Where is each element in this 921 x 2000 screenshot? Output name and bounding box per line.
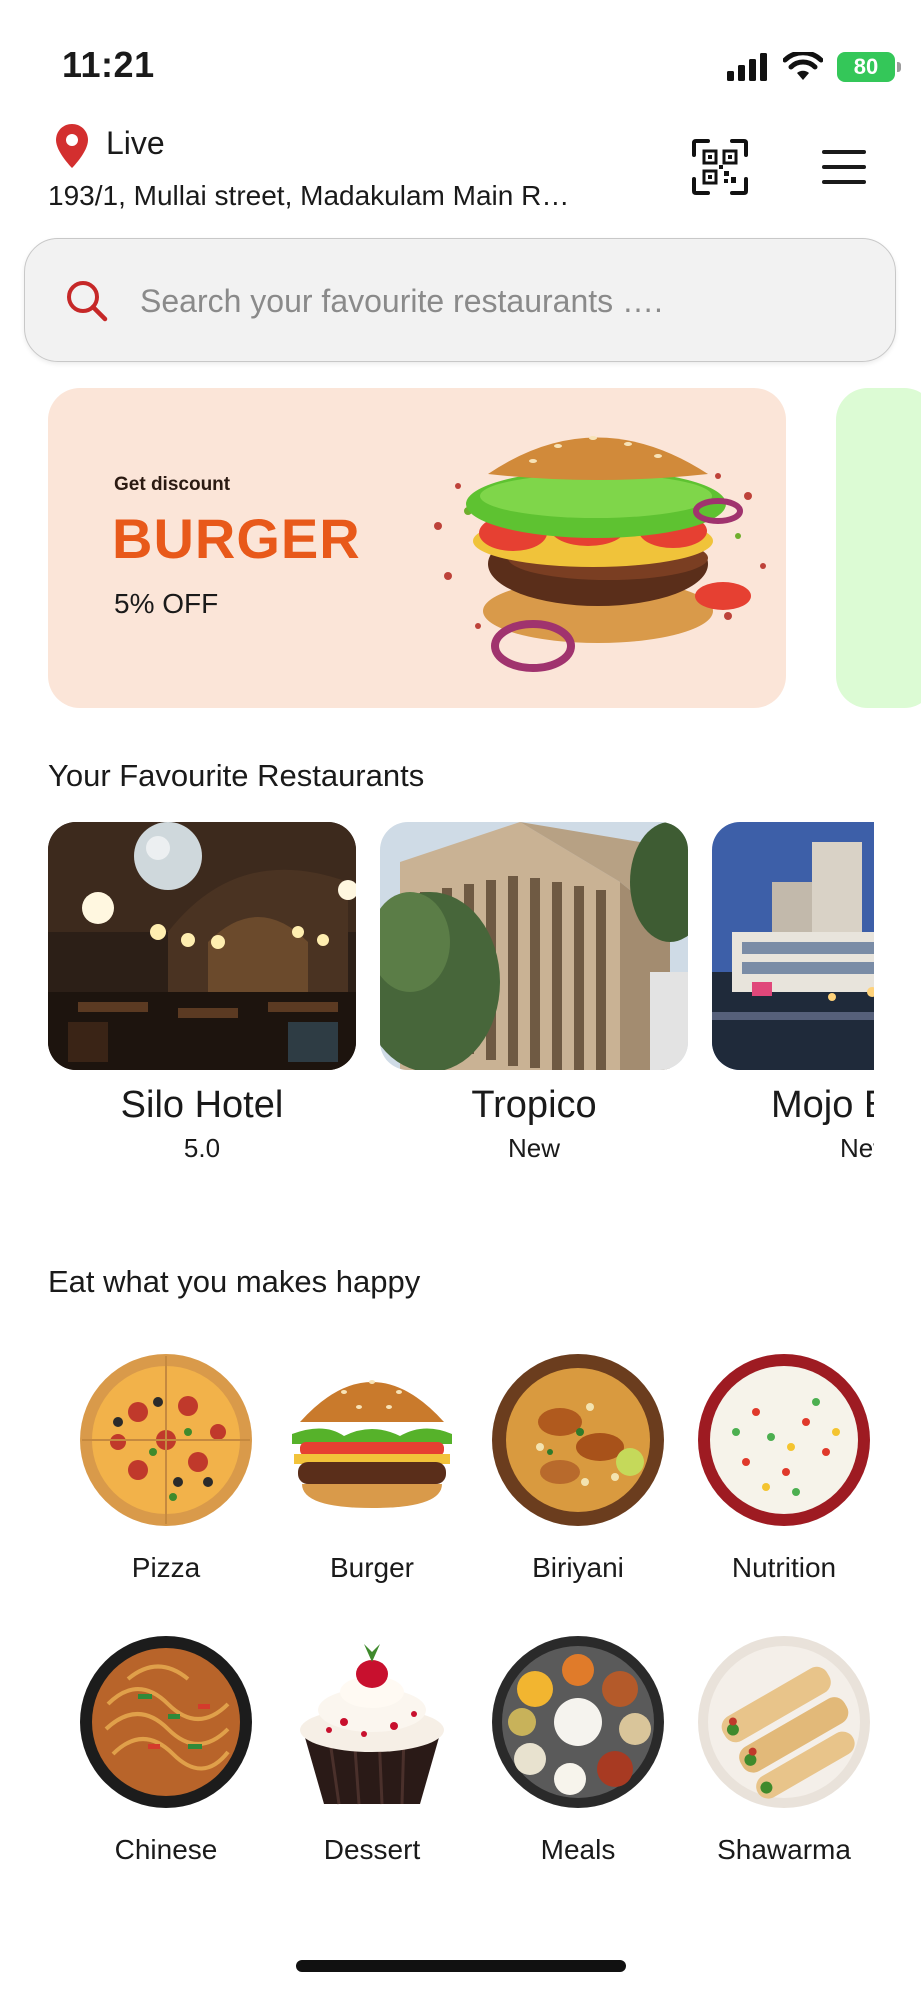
city-street-image [712, 822, 874, 1070]
restaurant-name: Mojo Bistro [770, 1084, 874, 1126]
restaurant-name: Tropico [471, 1084, 597, 1126]
home-indicator[interactable] [296, 1960, 626, 1972]
promo-banner-next[interactable] [836, 388, 921, 708]
category-meals[interactable]: Meals [478, 1634, 678, 1866]
battery-icon: 80 [837, 52, 901, 82]
chinese-noodles-image [78, 1634, 254, 1810]
search-icon [67, 281, 108, 322]
categories-title: Eat what you makes happy [48, 1264, 421, 1299]
category-label: Dessert [323, 1834, 421, 1865]
restaurant-carousel[interactable]: Silo Hotel 5.0 Tropico New Mojo Ne [0, 822, 874, 1172]
search-input[interactable] [140, 276, 840, 326]
category-nutrition[interactable]: Nutrition [684, 1352, 884, 1584]
qr-scan-icon[interactable] [690, 137, 750, 197]
restaurant-rating: New [839, 1133, 874, 1163]
category-label: Nutrition [731, 1552, 837, 1583]
delivery-address[interactable]: 193/1, Mullai street, Madakulam Main R… [48, 180, 618, 212]
category-label: Biriyani [532, 1552, 624, 1583]
restaurant-rating: 5.0 [183, 1133, 221, 1163]
category-biriyani[interactable]: Biriyani [478, 1352, 678, 1584]
menu-line [822, 180, 866, 184]
category-shawarma[interactable]: Shawarma [684, 1634, 884, 1866]
signal-icon [727, 53, 767, 81]
category-burger[interactable]: Burger [272, 1352, 472, 1584]
promo-discount: 5% OFF [114, 588, 219, 619]
promo-banner[interactable]: Get discount BURGER 5% OFF [48, 388, 786, 708]
status-icons: 80 [727, 50, 901, 84]
menu-line [822, 150, 866, 154]
location-label[interactable]: Live [106, 125, 165, 162]
status-bar: 11:21 80 [0, 0, 921, 120]
pizza-image [78, 1352, 254, 1528]
wifi-icon [783, 52, 823, 80]
menu-line [822, 165, 866, 169]
category-dessert[interactable]: Dessert [272, 1634, 472, 1866]
favourites-title: Your Favourite Restaurants [48, 758, 425, 793]
promo-title: BURGER [112, 507, 361, 570]
shawarma-image [696, 1634, 872, 1810]
location-pin-icon[interactable] [56, 124, 88, 168]
burger-illustration [434, 436, 766, 672]
promo-eyebrow: Get discount [114, 474, 231, 495]
category-label: Shawarma [717, 1834, 851, 1865]
category-pizza[interactable]: Pizza [66, 1352, 266, 1584]
restaurant-interior-image [48, 822, 356, 1070]
restaurant-card[interactable]: Silo Hotel 5.0 [48, 822, 356, 1164]
burger-image [284, 1352, 460, 1528]
category-chinese[interactable]: Chinese [66, 1634, 266, 1866]
cupcake-image [284, 1634, 460, 1810]
hamburger-menu-icon[interactable] [822, 150, 866, 184]
hotel-building-image [380, 822, 688, 1070]
restaurant-card[interactable]: Mojo Bistro New [712, 822, 874, 1164]
category-label: Pizza [131, 1552, 201, 1583]
category-label: Chinese [114, 1834, 218, 1865]
category-label: Meals [540, 1834, 616, 1865]
meals-thali-image [490, 1634, 666, 1810]
restaurant-card[interactable]: Tropico New [380, 822, 688, 1164]
biriyani-image [490, 1352, 666, 1528]
battery-tip [897, 62, 901, 72]
battery-level: 80 [853, 54, 879, 79]
restaurant-rating: New [507, 1133, 560, 1163]
status-time: 11:21 [62, 44, 155, 85]
category-label: Burger [329, 1552, 415, 1583]
nutrition-image [696, 1352, 872, 1528]
restaurant-name: Silo Hotel [120, 1084, 284, 1126]
